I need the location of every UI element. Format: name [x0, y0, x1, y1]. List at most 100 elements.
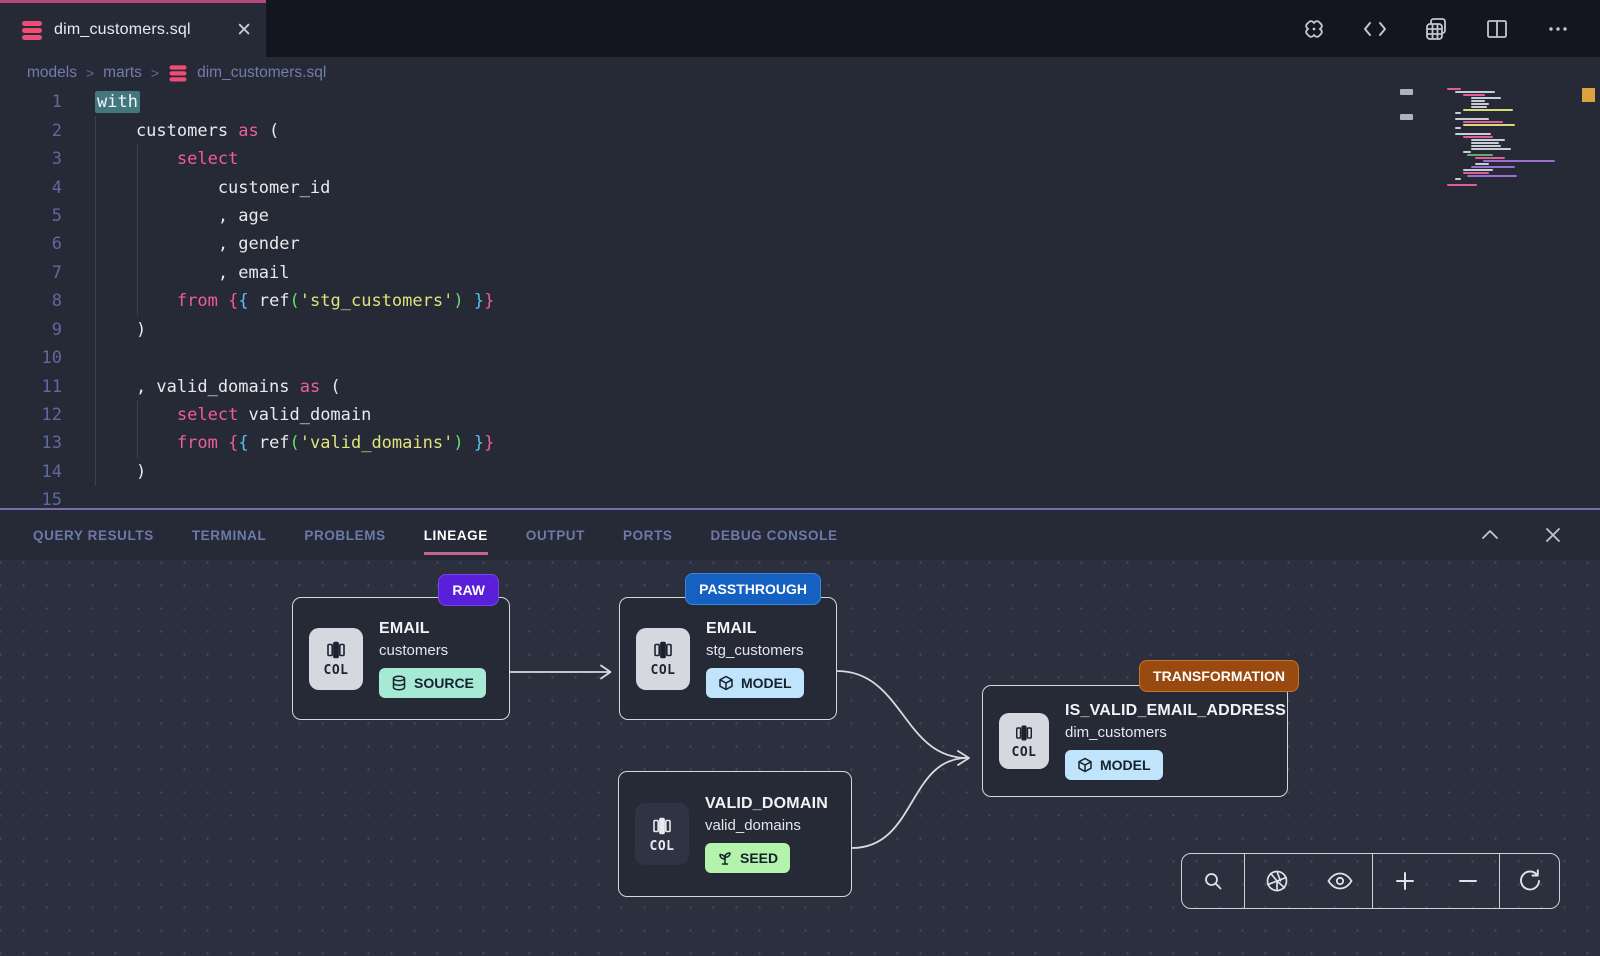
panel-tab-query-results[interactable]: QUERY RESULTS [33, 510, 154, 560]
breadcrumb: models > marts > dim_customers.sql [0, 57, 1600, 88]
close-tab-icon[interactable]: ✕ [236, 21, 252, 40]
panel-tab-problems[interactable]: PROBLEMS [304, 510, 385, 560]
code-text: from {{ ref('valid_domains') }} [62, 433, 494, 453]
search-icon[interactable] [1193, 861, 1233, 901]
close-panel-icon[interactable] [1533, 515, 1573, 555]
lineage-toolbar [1181, 853, 1560, 909]
zoom-in-icon[interactable] [1385, 861, 1425, 901]
panel-tab-lineage[interactable]: LINEAGE [424, 510, 488, 560]
line-number: 7 [0, 263, 62, 283]
query-results-icon[interactable] [1416, 9, 1456, 49]
code-text: select valid_domain [62, 405, 371, 425]
database-icon [391, 675, 407, 691]
panel-actions [1470, 510, 1573, 560]
code-line[interactable]: 7 , email [0, 259, 1600, 287]
refresh-icon[interactable] [1510, 861, 1550, 901]
panel-tab-debug-console[interactable]: DEBUG CONSOLE [711, 510, 838, 560]
line-number: 5 [0, 206, 62, 226]
tab-bar: dim_customers.sql ✕ [0, 0, 1600, 57]
column-chip: COL [635, 803, 689, 865]
line-number: 9 [0, 320, 62, 340]
chevron-right-icon: > [151, 65, 159, 81]
column-chip: COL [999, 713, 1049, 769]
editor-tab-dim-customers[interactable]: dim_customers.sql ✕ [0, 0, 266, 57]
minimap-decoration [1400, 89, 1413, 95]
column-chip: COL [636, 628, 690, 690]
panel-tab-terminal[interactable]: TERMINAL [192, 510, 267, 560]
code-line[interactable]: 6 , gender [0, 230, 1600, 258]
code-line[interactable]: 12 select valid_domain [0, 401, 1600, 429]
code-text: from {{ ref('stg_customers') }} [62, 291, 494, 311]
collapse-panel-icon[interactable] [1470, 515, 1510, 555]
panel-tab-ports[interactable]: PORTS [623, 510, 673, 560]
tag-passthrough: PASSTHROUGH [685, 573, 821, 605]
zoom-out-icon[interactable] [1448, 861, 1488, 901]
indent-guide [137, 145, 138, 316]
overview-ruler-marker [1582, 88, 1595, 102]
node-subtitle: dim_customers [1065, 724, 1167, 741]
line-number: 3 [0, 149, 62, 169]
lineage-node-stg-customers[interactable]: PASSTHROUGH COL EMAIL stg_customers MODE… [619, 597, 837, 720]
code-line[interactable]: 14 ) [0, 458, 1600, 486]
lineage-node-valid-domains[interactable]: COL VALID_DOMAIN valid_domains SEED [618, 771, 852, 897]
code-line[interactable]: 11 , valid_domains as ( [0, 372, 1600, 400]
indent-guide [95, 116, 96, 486]
node-title: IS_VALID_EMAIL_ADDRESS [1065, 702, 1286, 720]
column-chip: COL [309, 628, 363, 690]
code-line[interactable]: 15 [0, 486, 1600, 508]
code-icon[interactable] [1355, 9, 1395, 49]
code-text: select [62, 149, 238, 169]
database-icon [22, 19, 42, 41]
line-number: 1 [0, 92, 62, 112]
code-line[interactable]: 3 select [0, 145, 1600, 173]
aperture-icon[interactable] [1257, 861, 1297, 901]
code-text: , age [62, 206, 269, 226]
code-line[interactable]: 8 from {{ ref('stg_customers') }} [0, 287, 1600, 315]
node-title: EMAIL [379, 620, 430, 638]
more-actions-icon[interactable] [1538, 9, 1578, 49]
chevron-right-icon: > [86, 65, 94, 81]
badge-model: MODEL [706, 668, 804, 698]
eye-icon[interactable] [1320, 861, 1360, 901]
code-line[interactable]: 13 from {{ ref('valid_domains') }} [0, 429, 1600, 457]
line-number: 8 [0, 291, 62, 311]
tab-title: dim_customers.sql [54, 21, 224, 39]
columns-icon [651, 815, 673, 837]
dbt-logo-icon[interactable] [1294, 9, 1334, 49]
line-number: 12 [0, 405, 62, 425]
line-number: 14 [0, 462, 62, 482]
code-line[interactable]: 9 ) [0, 316, 1600, 344]
breadcrumb-file[interactable]: dim_customers.sql [197, 64, 326, 82]
cube-icon [718, 675, 734, 691]
line-number: 13 [0, 433, 62, 453]
code-line[interactable]: 4 customer_id [0, 173, 1600, 201]
lineage-canvas[interactable]: RAW COL EMAIL customers SOURCE PAS [0, 560, 1600, 956]
node-subtitle: stg_customers [706, 642, 804, 659]
panel-tab-output[interactable]: OUTPUT [526, 510, 585, 560]
lineage-node-dim-customers[interactable]: TRANSFORMATION COL IS_VALID_EMAIL_ADDRES… [982, 685, 1288, 797]
code-text: ) [62, 320, 146, 340]
columns-icon [1014, 723, 1034, 743]
columns-icon [325, 639, 347, 661]
line-number: 15 [0, 490, 62, 508]
split-editor-icon[interactable] [1477, 9, 1517, 49]
columns-icon [652, 639, 674, 661]
code-text: , gender [62, 234, 300, 254]
sprout-icon [717, 850, 733, 866]
breadcrumb-marts[interactable]: marts [103, 64, 142, 82]
badge-model: MODEL [1065, 750, 1163, 780]
tag-transformation: TRANSFORMATION [1139, 660, 1299, 692]
lineage-node-customers[interactable]: RAW COL EMAIL customers SOURCE [292, 597, 510, 720]
code-line[interactable]: 2 customers as ( [0, 116, 1600, 144]
code-line[interactable]: 1with [0, 88, 1600, 116]
editor-actions [1294, 0, 1578, 57]
breadcrumb-models[interactable]: models [27, 64, 77, 82]
node-subtitle: valid_domains [705, 817, 801, 834]
code-line[interactable]: 5 , age [0, 202, 1600, 230]
badge-source: SOURCE [379, 668, 486, 698]
badge-seed: SEED [705, 843, 790, 873]
tag-raw: RAW [438, 574, 499, 606]
code-editor[interactable]: 1with2 customers as (3 select4 customer_… [0, 88, 1600, 508]
code-line[interactable]: 10 [0, 344, 1600, 372]
minimap[interactable] [1447, 88, 1572, 187]
